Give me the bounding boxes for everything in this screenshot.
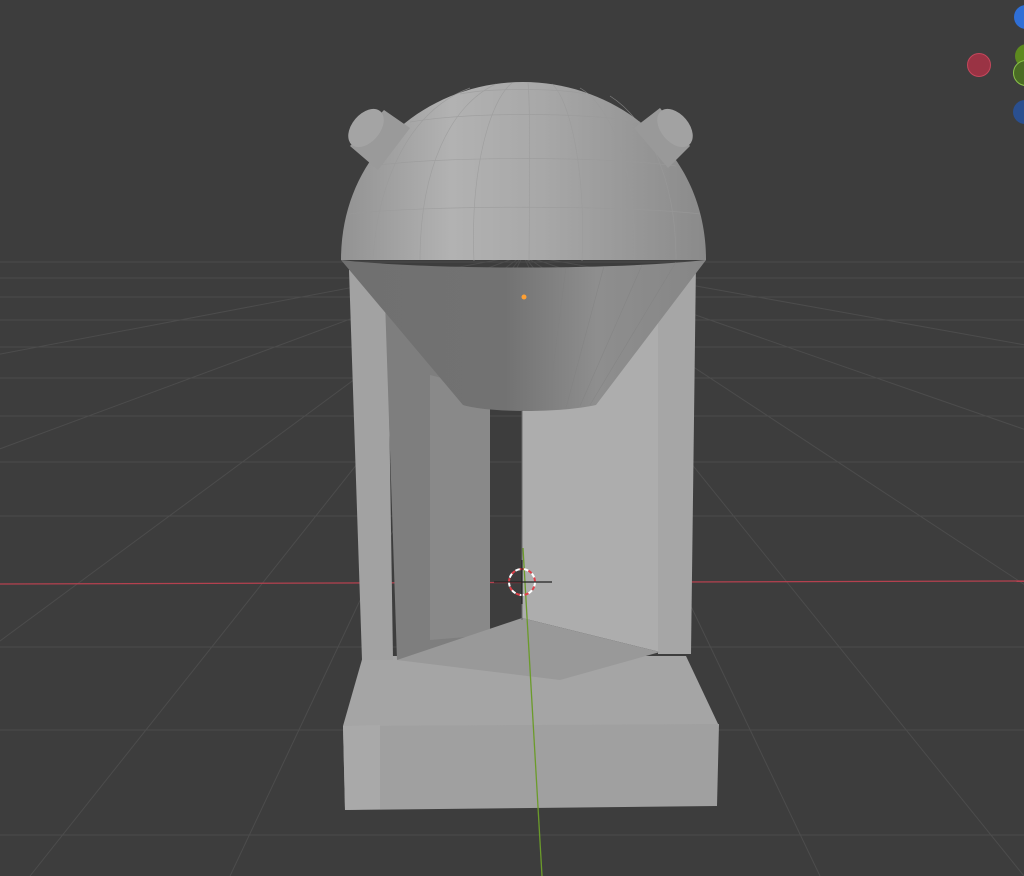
coffee-grinder-model[interactable] xyxy=(341,82,719,810)
3d-viewport[interactable] xyxy=(0,0,1024,876)
base-front-face xyxy=(343,724,719,810)
left-pillar-inner-edge xyxy=(430,375,490,640)
right-pillar-front xyxy=(658,262,696,654)
base-left-shade xyxy=(343,725,380,810)
object-origin xyxy=(521,294,527,300)
gizmo-negative-x-ball[interactable] xyxy=(967,53,991,77)
